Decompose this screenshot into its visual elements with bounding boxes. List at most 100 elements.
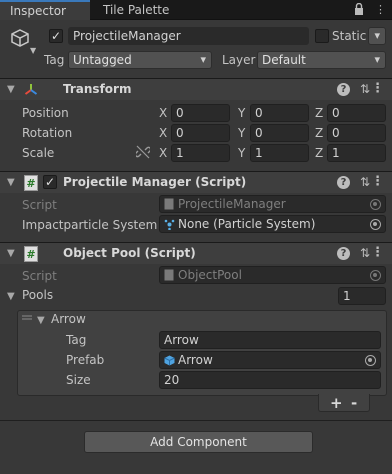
scale-x-value: 1 [176,146,184,160]
pools-count-value: 1 [343,289,351,303]
scale-z-axis: Z [315,146,324,160]
object-name-value: ProjectileManager [73,29,181,43]
transform-header[interactable]: ▼ Transform ? ⇅ ⋮ [0,78,392,100]
object-pool-header[interactable]: ▼ # Object Pool (Script) ? ⇅ ⋮ [0,242,392,264]
static-checkbox[interactable] [315,29,329,43]
help-icon[interactable]: ? [337,83,350,96]
tab-inspector-label: Inspector [10,4,66,18]
position-x-value: 0 [176,106,184,120]
position-x-field[interactable]: 0 [171,104,230,122]
rotation-x-field[interactable]: 0 [171,124,230,142]
position-y-value: 0 [255,106,263,120]
list-add-remove-bar: + - [318,394,370,412]
help-icon[interactable]: ? [337,176,350,189]
preset-icon[interactable]: ⇅ [360,175,370,189]
remove-element-button[interactable]: - [351,394,357,412]
rotation-y-field[interactable]: 0 [250,124,309,142]
layer-dropdown[interactable]: Default [257,51,386,69]
projectile-manager-title: Projectile Manager (Script) [63,175,247,189]
layer-dropdown-value: Default [262,53,306,67]
svg-text:#: # [26,177,35,190]
element-prefab-value: Arrow [178,353,213,367]
component-menu-icon[interactable]: ⋮ [371,81,384,96]
element-tag-label: Tag [66,333,87,347]
active-checkbox[interactable]: ✓ [49,29,63,43]
foldout-arrow-icon[interactable]: ▼ [7,248,15,259]
tab-inspector[interactable]: Inspector [0,0,90,20]
add-component-button[interactable]: Add Component [84,431,313,453]
layer-label: Layer [222,53,256,67]
position-label: Position [22,106,69,120]
constrain-proportions-icon[interactable] [136,145,150,159]
element-size-label: Size [66,373,91,387]
transform-icon [24,83,38,97]
object-name-field[interactable]: ProjectileManager [68,27,309,45]
add-element-button[interactable]: + [330,394,343,412]
scale-y-value: 1 [255,146,263,160]
position-z-field[interactable]: 0 [327,104,386,122]
preset-icon[interactable]: ⇅ [360,82,370,96]
rotation-x-value: 0 [176,126,184,140]
element-tag-value: Arrow [164,333,199,347]
position-z-value: 0 [332,106,340,120]
element-name: Arrow [51,312,86,326]
pools-count-field[interactable]: 1 [338,287,386,305]
rotation-label: Rotation [22,126,73,140]
object-picker-icon[interactable] [370,219,381,230]
gameobject-cube-icon[interactable] [10,28,30,48]
svg-text:#: # [26,248,35,261]
foldout-arrow-icon[interactable]: ▼ [7,84,15,95]
rotation-z-field[interactable]: 0 [327,124,386,142]
transform-title: Transform [63,82,132,96]
impact-value: None (Particle System) [178,217,316,231]
op-script-label: Script [22,269,57,283]
tag-dropdown[interactable]: Untagged [68,51,212,69]
script-file-icon [164,198,174,210]
particle-system-icon [164,219,175,230]
projectile-manager-enabled-checkbox[interactable]: ✓ [43,175,57,189]
static-label: Static [332,29,367,43]
help-icon[interactable]: ? [337,247,350,260]
element-foldout-arrow-icon[interactable]: ▼ [37,315,45,326]
preset-icon[interactable]: ⇅ [360,246,370,260]
tab-tile-palette-label: Tile Palette [103,3,170,17]
element-prefab-field[interactable]: Arrow [159,351,381,369]
scale-z-field[interactable]: 1 [327,144,386,162]
scale-y-axis: Y [238,146,246,160]
scale-y-field[interactable]: 1 [250,144,309,162]
element-tag-field[interactable]: Arrow [159,331,381,349]
pools-foldout-arrow-icon[interactable]: ▼ [7,291,15,302]
impact-field[interactable]: None (Particle System) [159,215,386,233]
icon-dropdown-arrow-icon[interactable]: ▼ [30,46,36,55]
impact-label: Impactparticle System [22,218,158,232]
component-menu-icon[interactable]: ⋮ [371,245,384,260]
kebab-menu-icon[interactable]: ⋮ [375,3,386,16]
scale-z-value: 1 [332,146,340,160]
component-menu-icon[interactable]: ⋮ [371,174,384,189]
projectile-manager-header[interactable]: ▼ # ✓ Projectile Manager (Script) ? ⇅ ⋮ [0,171,392,193]
rotation-y-axis: Y [238,126,246,140]
scale-x-field[interactable]: 1 [171,144,230,162]
script-icon: # [24,175,38,191]
scale-label: Scale [22,146,55,160]
component-divider [0,420,392,421]
pm-script-label: Script [22,198,57,212]
object-pool-title: Object Pool (Script) [63,246,196,260]
tag-label: Tag [44,53,65,67]
tab-tile-palette[interactable]: Tile Palette [95,0,175,20]
rotation-x-axis: X [159,126,168,140]
lock-icon[interactable] [354,3,364,16]
object-picker-icon [370,270,381,281]
position-y-axis: Y [238,106,246,120]
tag-dropdown-value: Untagged [73,53,132,67]
foldout-arrow-icon[interactable]: ▼ [7,177,15,188]
element-size-field[interactable]: 20 [159,371,381,389]
rotation-z-value: 0 [332,126,340,140]
position-y-field[interactable]: 0 [250,104,309,122]
position-z-axis: Z [315,106,324,120]
element-size-value: 20 [164,373,180,387]
drag-handle-icon[interactable] [22,315,32,321]
object-picker-icon[interactable] [365,355,376,366]
static-dropdown[interactable] [368,27,386,45]
op-script-field: ObjectPool [159,266,386,284]
